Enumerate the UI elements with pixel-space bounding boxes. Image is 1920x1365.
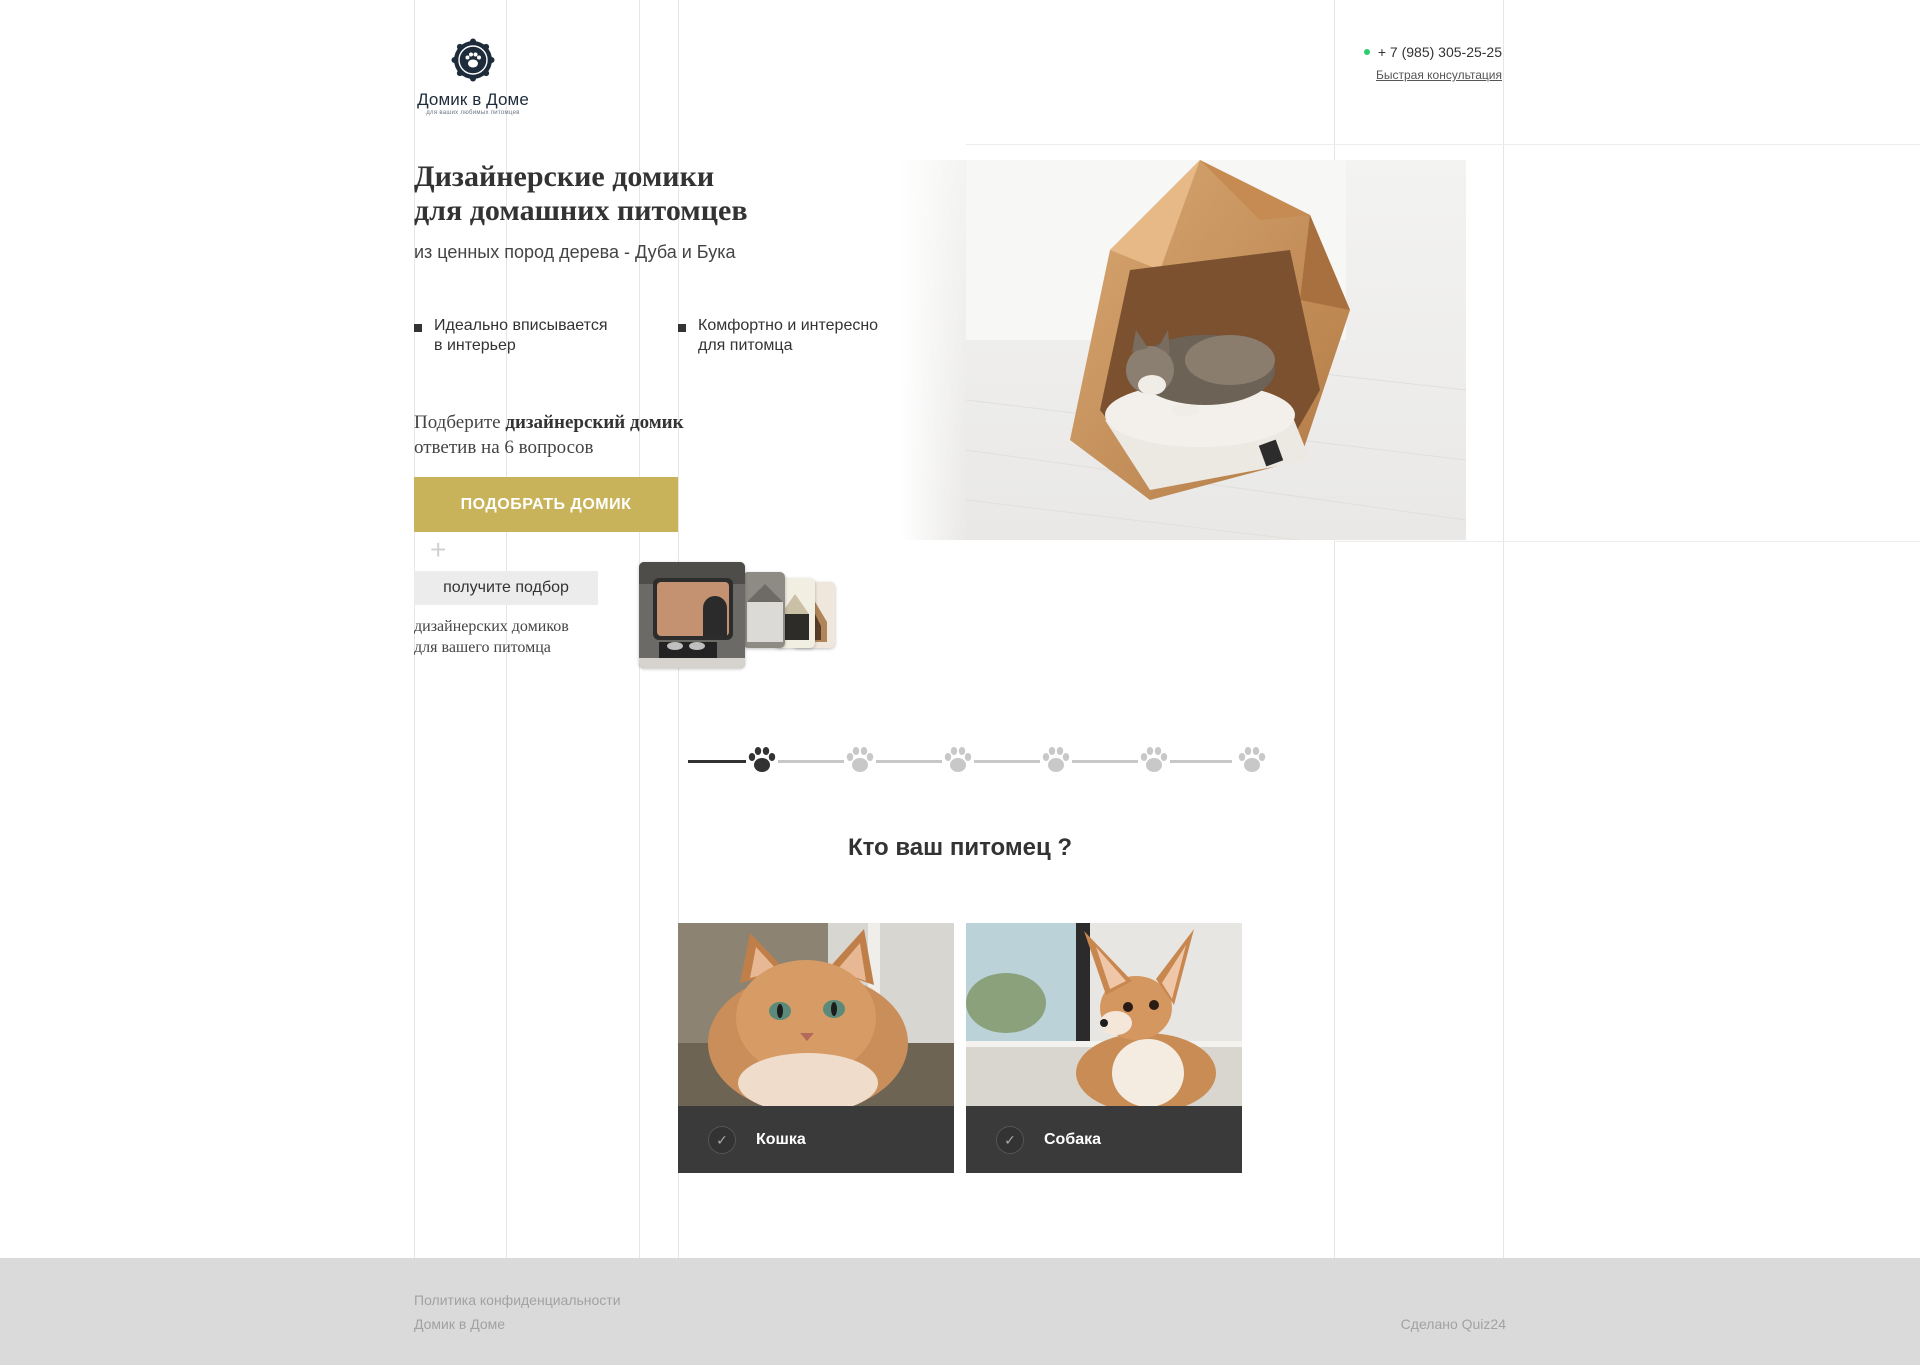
paw-step-icon (844, 744, 876, 776)
check-icon[interactable]: ✓ (708, 1125, 736, 1154)
online-status-icon (1363, 49, 1370, 55)
quiz-intro: Подберите дизайнерский домик ответив на … (414, 410, 684, 460)
feature-item: Идеально вписывается в интерьер (414, 316, 644, 356)
answer-bar: ✓ Собака (966, 1106, 1242, 1173)
hero-title-line1: Дизайнерские домики (414, 160, 715, 193)
paw-step-icon (942, 744, 974, 776)
catalog-thumbnails (639, 562, 859, 668)
quiz-intro-line2: ответив на 6 вопросов (414, 437, 594, 458)
feature-line: Идеально вписывается (434, 317, 608, 334)
grid-guide (1503, 0, 1504, 1258)
paw-step-icon (1040, 744, 1072, 776)
hero-title: Дизайнерские домики для домашних питомце… (414, 160, 854, 228)
phone-number: + 7 (985) 305-25-25 (1377, 44, 1502, 60)
answer-bar: ✓ Кошка (678, 1106, 954, 1173)
contact-block: + 7 (985) 305-25-25 Быстрая консультация (1363, 44, 1502, 84)
grid-guide (1334, 541, 1920, 542)
logo[interactable]: Домик в Доме для ваших любимых питомцев (414, 38, 532, 116)
quick-consultation-link[interactable]: Быстрая консультация (1376, 68, 1502, 82)
thumbnail-image (743, 572, 785, 648)
quiz-intro-bold: дизайнерский домик (505, 412, 684, 433)
footer: Политика конфиденциальности Домик в Доме… (0, 1258, 1920, 1365)
logo-name: Домик в Доме (417, 90, 529, 109)
quiz-progress (688, 744, 1268, 778)
logo-subtitle: для ваших любимых питомцев (426, 110, 520, 116)
pick-house-button[interactable]: ПОДОБРАТЬ ДОМИК (414, 477, 678, 532)
grid-guide (966, 144, 1920, 145)
paw-step-icon (1138, 744, 1170, 776)
answer-card-cat[interactable]: ✓ Кошка (678, 923, 954, 1173)
feature-line: в интерьер (434, 337, 516, 354)
hero-image-cat-house (900, 160, 1466, 540)
feature-item: Комфортно и интересно для питомца (678, 316, 908, 356)
square-bullet-icon (678, 324, 686, 332)
check-icon[interactable]: ✓ (996, 1125, 1024, 1154)
quiz-question: Кто ваш питомец ? (847, 834, 1073, 861)
answer-label: Собака (1044, 1130, 1102, 1148)
bonus-line: для вашего питомца (414, 639, 551, 656)
feature-line: для питомца (698, 337, 793, 354)
paw-step-icon (1236, 744, 1268, 776)
answer-card-dog[interactable]: ✓ Собака (966, 923, 1242, 1173)
made-by-link[interactable]: Сделано Quiz24 (1401, 1316, 1506, 1332)
privacy-policy-link[interactable]: Политика конфиденциальности (414, 1292, 621, 1308)
bonus-tag: получите подбор (414, 571, 598, 605)
paw-step-active-icon (746, 744, 778, 776)
hero-subtitle: из ценных пород дерева - Дуба и Бука (414, 242, 736, 262)
thumbnail-image (639, 562, 745, 668)
paw-badge-icon (451, 38, 495, 82)
plus-icon: + (430, 534, 447, 565)
dog-photo (966, 923, 1242, 1106)
quiz-intro-prefix: Подберите (414, 412, 506, 433)
answer-label: Кошка (756, 1130, 806, 1148)
bonus-description: дизайнерских домиков для вашего питомца (414, 616, 569, 658)
footer-brand: Домик в Доме (414, 1316, 506, 1332)
cat-photo (678, 923, 954, 1106)
square-bullet-icon (414, 324, 422, 332)
phone[interactable]: + 7 (985) 305-25-25 (1363, 44, 1502, 60)
hero-title-line2: для домашних питомцев (414, 194, 748, 227)
feature-line: Комфортно и интересно (698, 317, 879, 334)
bonus-line: дизайнерских домиков (414, 618, 569, 635)
